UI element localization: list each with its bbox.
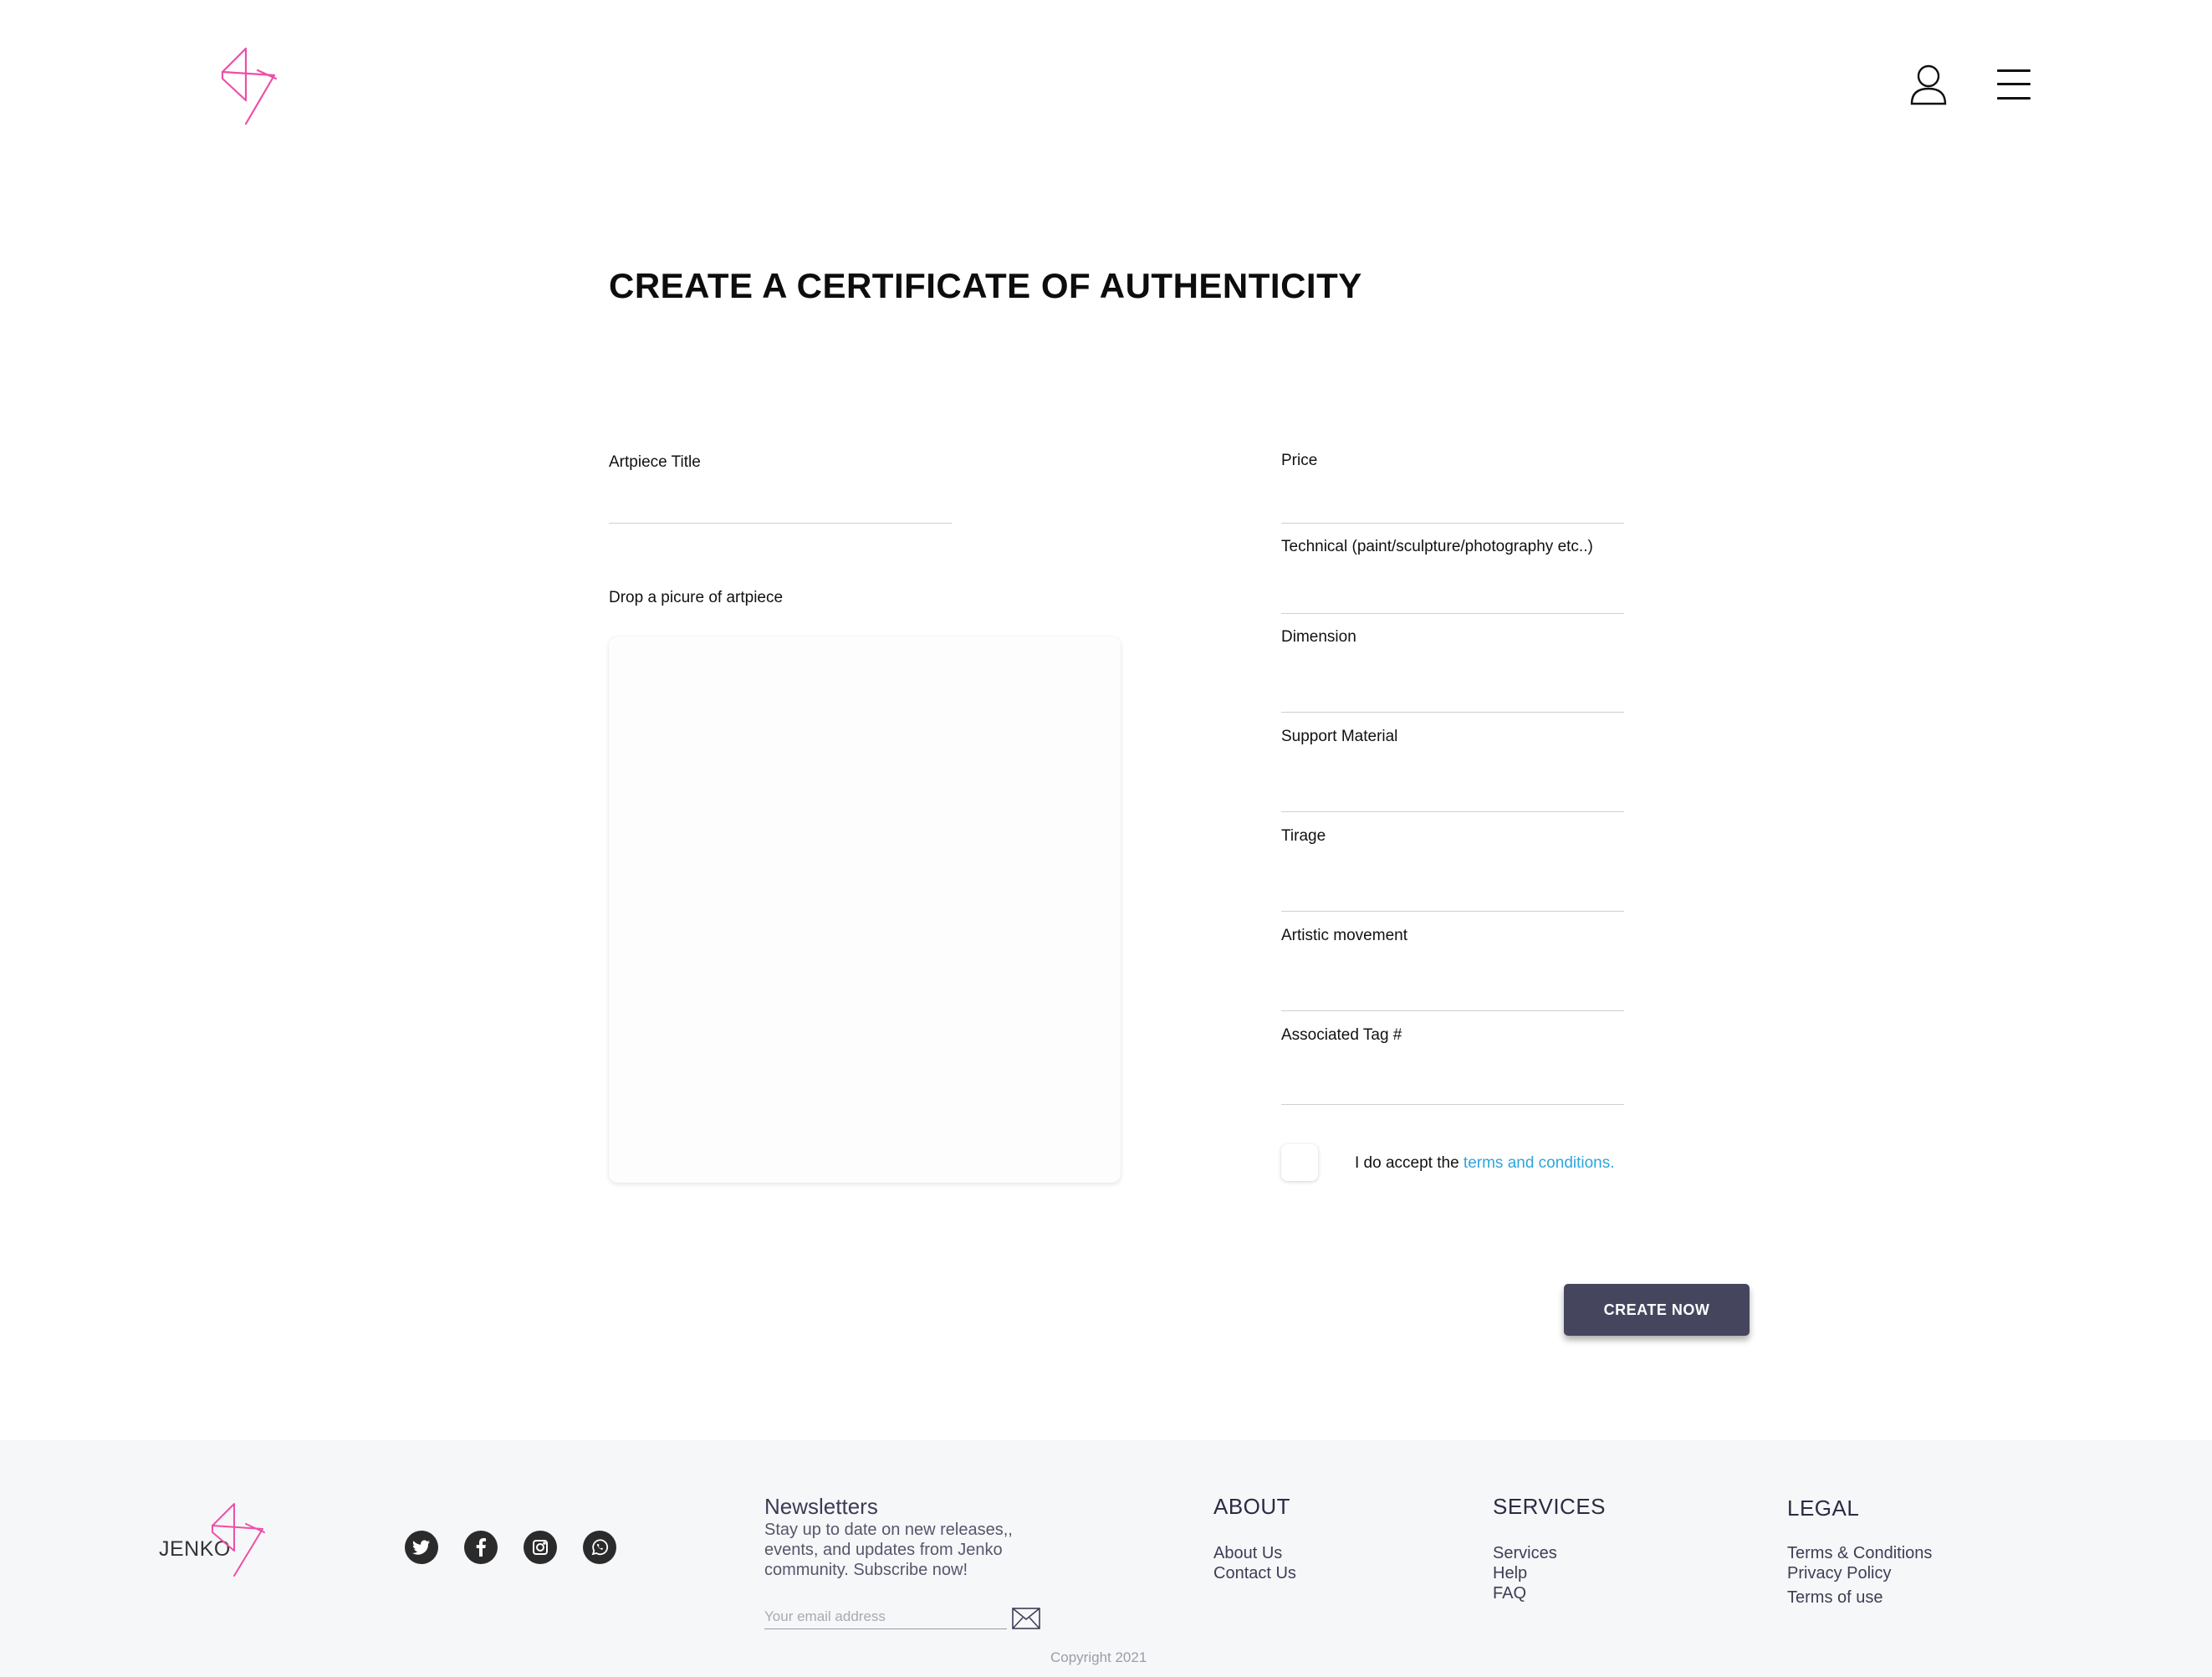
price-input[interactable] — [1281, 493, 1624, 524]
newsletter-title: Newsletters — [764, 1494, 878, 1519]
user-icon[interactable] — [1908, 64, 1949, 105]
artpiece-title-label: Artpiece Title — [609, 453, 701, 471]
jenko-logo-icon[interactable] — [206, 1499, 273, 1579]
associated-tag-input[interactable] — [1281, 1075, 1624, 1105]
create-now-button[interactable]: CREATE NOW — [1564, 1284, 1750, 1336]
technical-label: Technical (paint/sculpture/photography e… — [1281, 538, 1593, 555]
twitter-glyph — [412, 1540, 430, 1555]
footer-link-contact-us[interactable]: Contact Us — [1213, 1564, 1296, 1583]
twitter-icon[interactable] — [405, 1531, 438, 1564]
artistic-movement-label: Artistic movement — [1281, 927, 1407, 944]
hamburger-menu-icon[interactable] — [1997, 69, 2031, 100]
newsletter-text: Stay up to date on new releases,, events… — [764, 1521, 1013, 1579]
instagram-glyph — [533, 1540, 548, 1555]
tirage-input[interactable] — [1281, 882, 1624, 912]
newsletter-email-input[interactable] — [764, 1604, 1007, 1629]
footer-link-terms-of-use[interactable]: Terms of use — [1787, 1588, 1882, 1608]
accept-terms-checkbox[interactable] — [1281, 1144, 1318, 1181]
footer-about-title: ABOUT — [1213, 1494, 1291, 1519]
footer-link-faq[interactable]: FAQ — [1493, 1584, 1526, 1603]
instagram-icon[interactable] — [524, 1531, 557, 1564]
support-material-label: Support Material — [1281, 728, 1398, 745]
envelope-icon[interactable] — [1012, 1608, 1040, 1629]
artistic-movement-input[interactable] — [1281, 981, 1624, 1011]
terms-link[interactable]: terms and conditions. — [1464, 1154, 1615, 1172]
picture-dropzone[interactable] — [609, 637, 1121, 1183]
footer-link-terms-conditions[interactable]: Terms & Conditions — [1787, 1544, 1932, 1563]
menu-bar — [1997, 83, 2031, 85]
support-material-input[interactable] — [1281, 782, 1624, 812]
copyright-text: Copyright 2021 — [1050, 1649, 1147, 1665]
whatsapp-icon[interactable] — [583, 1531, 616, 1564]
footer-link-about-us[interactable]: About Us — [1213, 1544, 1282, 1563]
dimension-input[interactable] — [1281, 683, 1624, 713]
facebook-icon[interactable] — [464, 1531, 498, 1564]
dropzone-label: Drop a picure of artpiece — [609, 589, 784, 606]
menu-bar — [1997, 69, 2031, 72]
menu-bar — [1997, 97, 2031, 100]
accept-terms-label: I do accept the — [1355, 1154, 1464, 1172]
whatsapp-glyph — [591, 1539, 609, 1556]
artpiece-title-input[interactable] — [609, 493, 952, 524]
footer-link-privacy-policy[interactable]: Privacy Policy — [1787, 1564, 1891, 1583]
footer-services-title: SERVICES — [1493, 1494, 1607, 1519]
dimension-label: Dimension — [1281, 628, 1356, 646]
jenko-logo-icon[interactable] — [216, 42, 283, 129]
page-title: CREATE A CERTIFICATE OF AUTHENTICITY — [609, 266, 1362, 305]
footer-link-services[interactable]: Services — [1493, 1544, 1557, 1563]
footer-legal-title: LEGAL — [1787, 1495, 1860, 1521]
footer-link-help[interactable]: Help — [1493, 1564, 1527, 1583]
facebook-glyph — [476, 1538, 486, 1557]
associated-tag-label: Associated Tag # — [1281, 1026, 1402, 1044]
price-label: Price — [1281, 452, 1318, 469]
accept-terms-text: I do accept the terms and conditions. — [1355, 1154, 1615, 1173]
tirage-label: Tirage — [1281, 827, 1326, 845]
technical-input[interactable] — [1281, 584, 1624, 614]
